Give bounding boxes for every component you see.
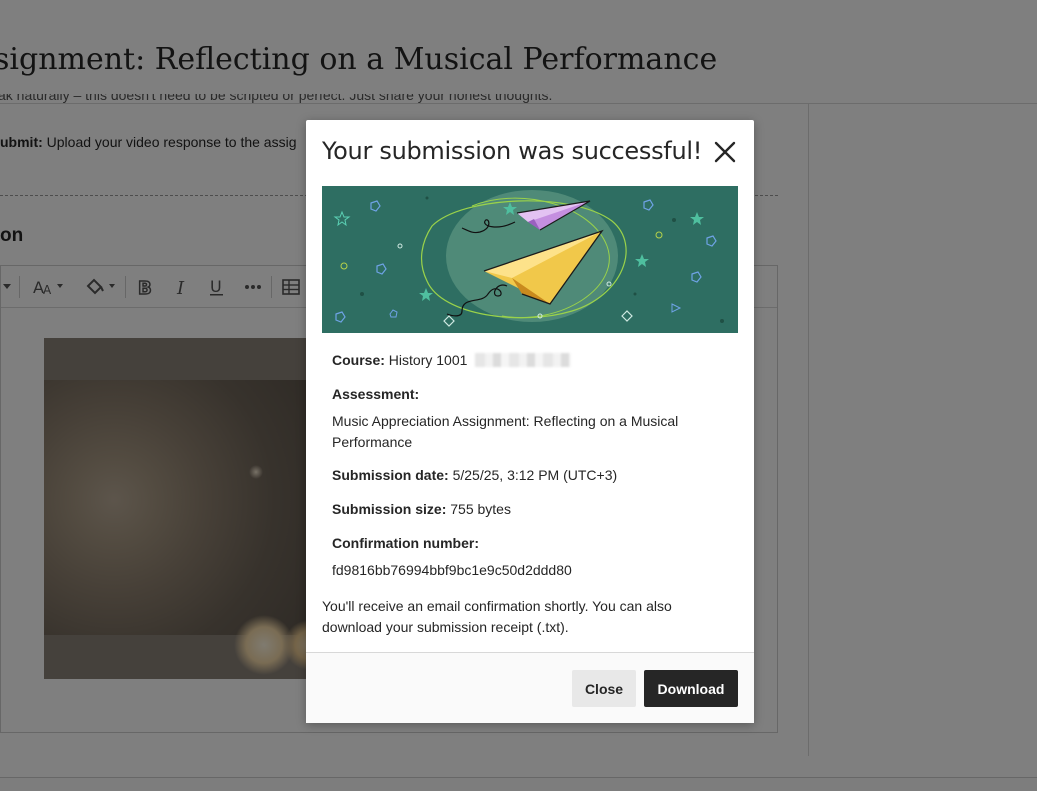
submission-date-row: Submission date: 5/25/25, 3:12 PM (UTC+3…: [332, 467, 617, 483]
course-value: History 1001: [388, 352, 468, 368]
close-button[interactable]: Close: [572, 670, 636, 707]
note-line2: download your submission receipt (.txt).: [322, 619, 569, 635]
submission-success-dialog: Your submission was successful! Course: …: [306, 120, 754, 723]
paper-plane-illustration: [322, 186, 738, 333]
submission-size-row: Submission size: 755 bytes: [332, 501, 511, 517]
download-button[interactable]: Download: [644, 670, 738, 707]
dialog-title: Your submission was successful!: [322, 137, 703, 165]
confirmation-number: fd9816bb76994bbf9bc1e9c50d2ddd80: [332, 562, 572, 578]
course-row: Course: History 1001: [332, 352, 572, 368]
assessment-label: Assessment:: [332, 386, 420, 402]
assessment-value-line1: Music Appreciation Assignment: Reflectin…: [332, 413, 679, 429]
submission-date-label: Submission date:: [332, 467, 449, 483]
confirmation-label: Confirmation number:: [332, 535, 479, 551]
submission-size-label: Submission size:: [332, 501, 447, 517]
submission-date-value: 5/25/25, 3:12 PM (UTC+3): [452, 467, 618, 483]
assessment-value-line2: Performance: [332, 434, 413, 450]
course-label: Course:: [332, 352, 385, 368]
dialog-footer: Close Download: [306, 652, 754, 723]
redacted-course-name: [475, 353, 572, 367]
confirmation-note: You'll receive an email confirmation sho…: [322, 596, 722, 638]
close-icon[interactable]: [712, 139, 738, 165]
note-line1: You'll receive an email confirmation sho…: [322, 598, 672, 614]
submission-size-value: 755 bytes: [450, 501, 511, 517]
